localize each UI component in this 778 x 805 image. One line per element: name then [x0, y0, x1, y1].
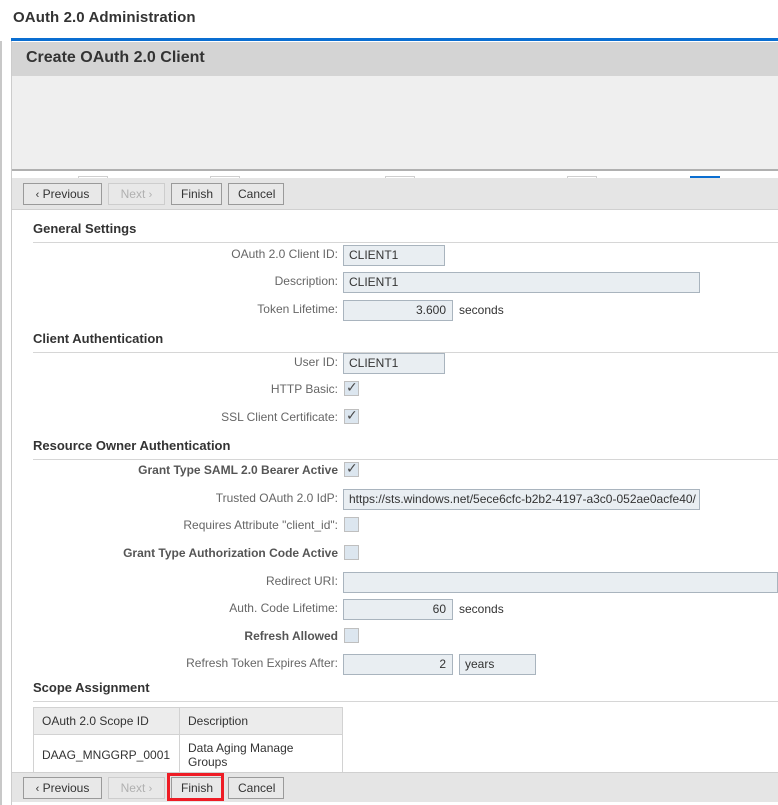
- cancel-button-bottom[interactable]: Cancel: [228, 777, 284, 799]
- finish-button-bottom[interactable]: Finish: [171, 777, 222, 799]
- finish-button-bottom-label: Finish: [181, 781, 213, 795]
- section-title-general-settings: General Settings: [33, 221, 136, 236]
- section-title-client-authentication: Client Authentication: [33, 331, 163, 346]
- previous-button-bottom[interactable]: ‹ Previous: [23, 777, 102, 799]
- value-token-lifetime[interactable]: 3.600: [343, 300, 453, 321]
- wizard-progress-bar: 1 Client ID 2 Client Authentication 3 Re…: [12, 76, 778, 171]
- checkbox-requires-attribute-client-id[interactable]: [344, 517, 359, 532]
- wizard-toolbar-top: ‹ Previous Next › Finish Cancel: [12, 178, 778, 210]
- cancel-button-bottom-label: Cancel: [238, 781, 275, 795]
- value-redirect-uri[interactable]: [343, 572, 778, 593]
- label-user-id: User ID:: [102, 355, 338, 369]
- previous-button-top[interactable]: ‹ Previous: [23, 183, 102, 205]
- chevron-left-icon: ‹: [36, 189, 40, 201]
- next-button-top: Next ›: [108, 183, 165, 205]
- scope-assignment-table: OAuth 2.0 Scope ID Description DAAG_MNGG…: [33, 707, 343, 776]
- section-title-resource-owner-authentication: Resource Owner Authentication: [33, 438, 230, 453]
- check-icon: ✓: [346, 460, 358, 478]
- label-grant-type-saml-bearer-active: Grant Type SAML 2.0 Bearer Active: [102, 463, 338, 477]
- value-oauth-client-id[interactable]: CLIENT1: [343, 245, 445, 266]
- label-auth-code-lifetime: Auth. Code Lifetime:: [102, 601, 338, 615]
- label-redirect-uri: Redirect URI:: [102, 574, 338, 588]
- finish-button-top-label: Finish: [181, 187, 213, 201]
- previous-button-bottom-label: Previous: [43, 781, 90, 795]
- label-requires-attribute-client-id: Requires Attribute "client_id":: [102, 518, 338, 532]
- unit-refresh-token-expires-after[interactable]: years: [459, 654, 536, 675]
- check-icon: ✓: [346, 407, 358, 425]
- panel-header: Create OAuth 2.0 Client: [12, 42, 778, 76]
- chevron-right-icon: ›: [149, 783, 153, 795]
- panel-title: Create OAuth 2.0 Client: [26, 49, 205, 67]
- table-row[interactable]: DAAG_MNGGRP_0001 Data Aging Manage Group…: [34, 735, 343, 776]
- section-rule-scope: [33, 701, 778, 702]
- label-trusted-oauth-idp: Trusted OAuth 2.0 IdP:: [102, 491, 338, 505]
- column-header-description[interactable]: Description: [180, 708, 343, 735]
- panel-left-rail: [0, 41, 11, 805]
- label-http-basic: HTTP Basic:: [102, 382, 338, 396]
- value-description[interactable]: CLIENT1: [343, 272, 700, 293]
- wizard-toolbar-bottom: ‹ Previous Next › Finish Cancel: [12, 772, 778, 802]
- app-header: OAuth 2.0 Administration: [0, 0, 778, 42]
- label-refresh-allowed: Refresh Allowed: [102, 629, 338, 643]
- oauth-admin-screen: OAuth 2.0 Administration Create OAuth 2.…: [0, 0, 778, 805]
- checkbox-refresh-allowed[interactable]: [344, 628, 359, 643]
- column-header-scope-id[interactable]: OAuth 2.0 Scope ID: [34, 708, 180, 735]
- next-button-top-label: Next: [121, 187, 146, 201]
- checkbox-grant-type-saml-bearer-active[interactable]: ✓: [344, 462, 359, 477]
- section-title-scope-assignment: Scope Assignment: [33, 680, 150, 695]
- label-grant-type-authorization-code-active: Grant Type Authorization Code Active: [102, 546, 338, 560]
- cell-description: Data Aging Manage Groups: [180, 735, 343, 776]
- label-token-lifetime: Token Lifetime:: [102, 302, 338, 316]
- checkbox-ssl-client-certificate[interactable]: ✓: [344, 409, 359, 424]
- chevron-left-icon: ‹: [36, 783, 40, 795]
- section-rule-resource-owner: [33, 459, 778, 460]
- page-title: OAuth 2.0 Administration: [13, 9, 196, 26]
- checkbox-http-basic[interactable]: ✓: [344, 381, 359, 396]
- checkbox-grant-type-authorization-code-active[interactable]: [344, 545, 359, 560]
- next-button-bottom-label: Next: [121, 781, 146, 795]
- unit-token-lifetime: seconds: [459, 300, 504, 321]
- cell-scope-id: DAAG_MNGGRP_0001: [34, 735, 180, 776]
- chevron-right-icon: ›: [149, 189, 153, 201]
- previous-button-top-label: Previous: [43, 187, 90, 201]
- label-description: Description:: [102, 274, 338, 288]
- table-header-row: OAuth 2.0 Scope ID Description: [34, 708, 343, 735]
- section-rule-general: [33, 242, 778, 243]
- summary-form: General Settings OAuth 2.0 Client ID: CL…: [12, 210, 778, 772]
- label-ssl-client-certificate: SSL Client Certificate:: [102, 410, 338, 424]
- cancel-button-top[interactable]: Cancel: [228, 183, 284, 205]
- label-oauth-client-id: OAuth 2.0 Client ID:: [102, 247, 338, 261]
- value-user-id[interactable]: CLIENT1: [343, 353, 445, 374]
- value-trusted-oauth-idp[interactable]: https://sts.windows.net/5ece6cfc-b2b2-41…: [343, 489, 700, 510]
- finish-button-top[interactable]: Finish: [171, 183, 222, 205]
- unit-auth-code-lifetime: seconds: [459, 599, 504, 620]
- value-auth-code-lifetime[interactable]: 60: [343, 599, 453, 620]
- label-refresh-token-expires-after: Refresh Token Expires After:: [102, 656, 338, 670]
- cancel-button-top-label: Cancel: [238, 187, 275, 201]
- value-refresh-token-expires-after[interactable]: 2: [343, 654, 453, 675]
- next-button-bottom: Next ›: [108, 777, 165, 799]
- check-icon: ✓: [346, 379, 358, 397]
